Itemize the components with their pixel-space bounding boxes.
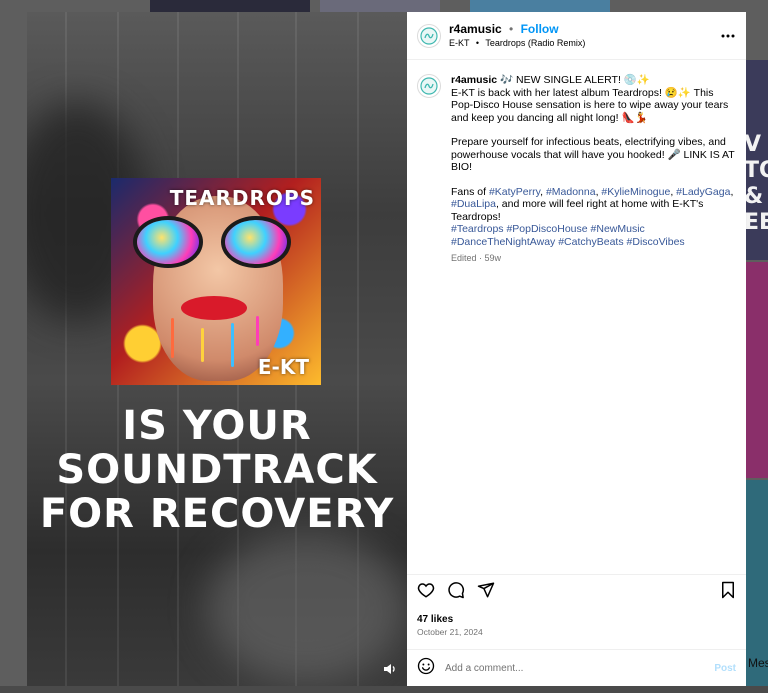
- username[interactable]: r4amusic: [449, 22, 502, 36]
- caption-username[interactable]: r4amusic: [451, 74, 497, 86]
- paper-plane-icon[interactable]: [477, 581, 495, 604]
- r4a-logo-icon: [420, 77, 438, 95]
- more-horizontal-icon[interactable]: [720, 34, 736, 38]
- r4a-logo-icon: [420, 26, 438, 45]
- hashtag-link[interactable]: #Madonna: [546, 186, 596, 198]
- hashtag-link[interactable]: #Teardrops: [451, 223, 504, 235]
- separator-dot: •: [509, 21, 514, 36]
- caption-line-1: 🎶 NEW SINGLE ALERT! 💿✨: [500, 74, 650, 86]
- speaker-icon[interactable]: [383, 662, 397, 676]
- heart-icon[interactable]: [417, 581, 435, 604]
- edited-meta: Edited · 59w: [451, 253, 502, 263]
- video-overlay-text: IS YOUR SOUNDTRACK FOR RECOVERY: [39, 403, 395, 537]
- post-details-panel: r4amusic • Follow E-KT • Teardrops (Radi…: [407, 12, 746, 686]
- hashtag-link[interactable]: #DanceTheNightAway: [451, 236, 555, 248]
- post-date: October 21, 2024: [417, 627, 483, 637]
- post-comment-button[interactable]: Post: [714, 663, 736, 674]
- hashtag-link[interactable]: #KatyPerry: [489, 186, 540, 198]
- audio-info[interactable]: E-KT • Teardrops (Radio Remix): [449, 36, 720, 50]
- hashtags: #Teardrops #PopDiscoHouse #NewMusic #Dan…: [451, 223, 736, 248]
- album-title: TEARDROPS: [169, 186, 315, 210]
- emoji-smile-icon[interactable]: [417, 657, 435, 680]
- caption-text: r4amusic 🎶 NEW SINGLE ALERT! 💿✨ E-KT is …: [451, 74, 736, 574]
- caption-paragraph-3: Fans of #KatyPerry, #Madonna, #KylieMino…: [451, 185, 734, 223]
- bookmark-icon[interactable]: [720, 581, 736, 604]
- action-bar: [407, 574, 746, 610]
- follow-button[interactable]: Follow: [521, 22, 559, 36]
- audio-track: Teardrops (Radio Remix): [485, 37, 586, 48]
- hashtag-link[interactable]: #CatchyBeats: [558, 236, 623, 248]
- post-header: r4amusic • Follow E-KT • Teardrops (Radi…: [407, 12, 746, 60]
- comment-input[interactable]: [445, 662, 715, 674]
- hashtag-link[interactable]: #KylieMinogue: [601, 186, 670, 198]
- comment-box: Post: [407, 649, 746, 686]
- post-video[interactable]: TEARDROPS E-KT IS YOUR SOUNDTRACK FOR RE…: [27, 12, 407, 686]
- comment-bubble-icon[interactable]: [447, 581, 465, 604]
- hashtag-link[interactable]: #PopDiscoHouse: [506, 223, 587, 235]
- hashtag-link[interactable]: #DiscoVibes: [627, 236, 685, 248]
- hashtag-link[interactable]: #NewMusic: [591, 223, 645, 235]
- album-artist: E-KT: [257, 355, 309, 379]
- audio-artist: E-KT: [449, 37, 470, 48]
- hashtag-link[interactable]: #DuaLipa: [451, 198, 496, 210]
- likes-count[interactable]: 47 likes: [407, 610, 746, 625]
- post-modal: TEARDROPS E-KT IS YOUR SOUNDTRACK FOR RE…: [27, 12, 746, 686]
- background-text-bottom: Mes: [748, 656, 768, 670]
- hashtag-link[interactable]: #LadyGaga: [676, 186, 730, 198]
- background-text: V TO & EE!: [744, 132, 768, 235]
- caption-section: r4amusic 🎶 NEW SINGLE ALERT! 💿✨ E-KT is …: [407, 60, 746, 574]
- caption-avatar[interactable]: [417, 74, 441, 98]
- avatar[interactable]: [417, 23, 441, 48]
- album-cover: TEARDROPS E-KT: [111, 178, 321, 385]
- caption-paragraph-2: Prepare yourself for infectious beats, e…: [451, 136, 735, 173]
- caption-line-2: E-KT is back with her latest album Teard…: [451, 86, 729, 124]
